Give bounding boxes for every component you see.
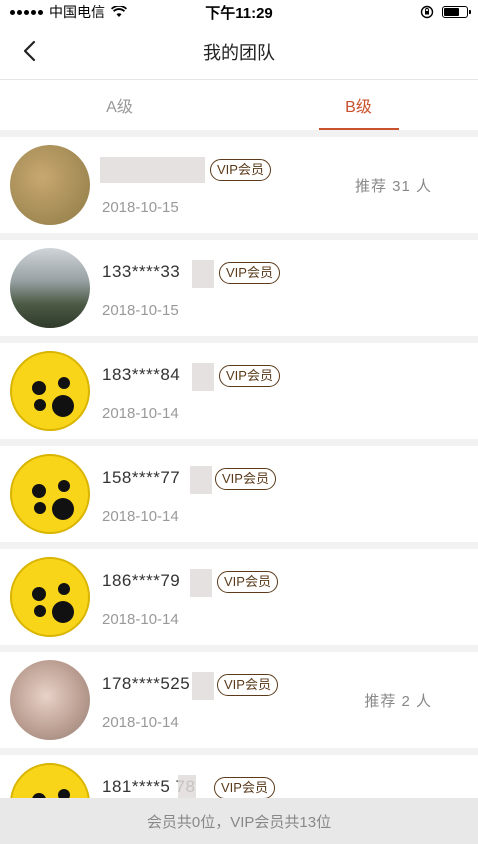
member-avatar	[10, 557, 90, 637]
nav-bar: 我的团队	[0, 24, 478, 80]
signal-icon	[10, 9, 43, 15]
status-left: 中国电信	[10, 2, 127, 22]
recommend-count: 推荐 2 人	[364, 693, 432, 710]
member-avatar	[10, 145, 90, 225]
member-avatar	[10, 660, 90, 740]
member-date: 2018-10-14	[102, 714, 179, 731]
battery-icon	[442, 6, 471, 18]
rotation-lock-icon	[420, 5, 434, 19]
chevron-left-icon	[23, 40, 36, 62]
member-summary-footer: 会员共0位，VIP会员共13位	[0, 798, 478, 844]
status-right	[420, 5, 471, 19]
member-row[interactable]: 186****79 VIP会员 2018-10-14	[0, 549, 478, 645]
member-avatar	[10, 763, 90, 798]
redaction-mosaic	[192, 672, 214, 700]
redaction-mosaic	[192, 363, 214, 391]
member-phone: 183****84	[102, 365, 181, 384]
member-row[interactable]: 178****525 VIP会员 2018-10-14 推荐 2 人	[0, 652, 478, 748]
wifi-icon	[111, 6, 127, 17]
member-row[interactable]: 181****5 78 VIP会员	[0, 755, 478, 798]
member-phone: 186****79	[102, 571, 181, 590]
redaction-mosaic	[190, 466, 212, 494]
redaction-mosaic	[100, 157, 205, 183]
vip-badge: VIP会员	[210, 159, 271, 181]
vip-badge: VIP会员	[219, 365, 280, 387]
tab-b-level[interactable]: B级	[239, 80, 478, 130]
member-summary: 会员共0位，VIP会员共13位	[146, 813, 332, 831]
status-time: 下午11:29	[205, 4, 273, 22]
member-date: 2018-10-15	[102, 302, 179, 319]
member-row[interactable]: 183****84 VIP会员 2018-10-14	[0, 343, 478, 439]
redaction-mosaic	[192, 260, 214, 288]
member-date: 2018-10-14	[102, 611, 179, 628]
vip-badge: VIP会员	[219, 262, 280, 284]
battery-level	[444, 8, 460, 16]
member-avatar	[10, 248, 90, 328]
member-phone: 158****77	[102, 468, 181, 487]
vip-badge: VIP会员	[214, 777, 275, 798]
member-avatar	[10, 351, 90, 431]
member-row[interactable]: 158****77 VIP会员 2018-10-14	[0, 446, 478, 542]
member-avatar	[10, 454, 90, 534]
redaction-mosaic	[178, 775, 196, 798]
vip-badge: VIP会员	[217, 571, 278, 593]
member-list[interactable]: VIP会员 2018-10-15 推荐 31 人 133****33 VIP会员…	[0, 130, 478, 798]
tab-a-level[interactable]: A级	[0, 80, 239, 130]
carrier-label: 中国电信	[49, 4, 105, 20]
member-phone: 133****33	[102, 262, 181, 281]
back-button[interactable]	[14, 36, 44, 66]
redaction-mosaic	[190, 569, 212, 597]
member-date: 2018-10-15	[102, 199, 179, 216]
member-date: 2018-10-14	[102, 508, 179, 525]
member-date: 2018-10-14	[102, 405, 179, 422]
member-phone: 178****525	[102, 674, 191, 693]
recommend-count: 推荐 31 人	[354, 178, 432, 195]
member-row[interactable]: 133****33 VIP会员 2018-10-15	[0, 240, 478, 336]
vip-badge: VIP会员	[217, 674, 278, 696]
level-tabs: A级 B级	[0, 80, 478, 130]
page-title: 我的团队	[203, 42, 275, 63]
vip-badge: VIP会员	[215, 468, 276, 490]
status-bar: 中国电信 下午11:29	[0, 0, 478, 24]
member-row[interactable]: VIP会员 2018-10-15 推荐 31 人	[0, 137, 478, 233]
